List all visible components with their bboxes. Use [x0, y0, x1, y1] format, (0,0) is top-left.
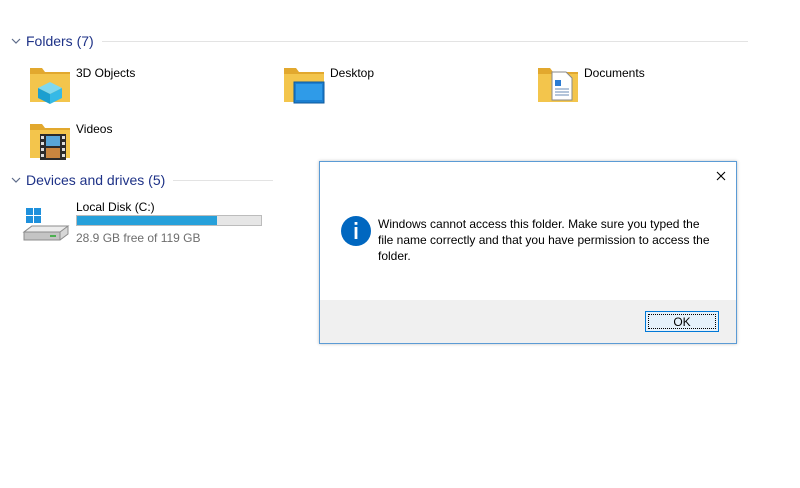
- folder-item-documents[interactable]: Documents: [536, 62, 645, 106]
- group-divider: [101, 40, 748, 42]
- info-icon: [340, 215, 372, 247]
- folder-item-3d-objects[interactable]: 3D Objects: [28, 62, 135, 106]
- videos-folder-icon: [28, 118, 72, 162]
- folder-label: 3D Objects: [76, 66, 136, 80]
- 3d-objects-folder-icon: [28, 62, 72, 106]
- dialog-message: Windows cannot access this folder. Make …: [378, 217, 710, 263]
- desktop-folder-icon: [282, 62, 326, 106]
- folder-item-desktop[interactable]: Desktop: [282, 62, 374, 106]
- close-button[interactable]: [710, 166, 732, 186]
- chevron-down-icon[interactable]: [8, 172, 24, 188]
- drive-item-local-disk[interactable]: Local Disk (C:) 28.9 GB free of 119 GB: [22, 198, 282, 246]
- chevron-down-icon[interactable]: [8, 33, 24, 49]
- dialog-footer: OK: [320, 300, 736, 343]
- documents-folder-icon: [536, 62, 580, 106]
- folder-label: Desktop: [330, 66, 375, 80]
- drive-usage-fill: [77, 216, 217, 225]
- drive-usage-bar: [76, 215, 262, 226]
- devices-group-label: Devices and drives (5): [26, 172, 166, 188]
- error-dialog: Windows cannot access this folder. Make …: [319, 161, 737, 344]
- close-icon: [716, 171, 726, 181]
- folder-label: Documents: [584, 66, 645, 80]
- group-divider: [173, 179, 274, 181]
- folders-group-header[interactable]: Folders (7): [8, 33, 748, 49]
- drive-name: Local Disk (C:): [76, 200, 155, 214]
- ok-button[interactable]: OK: [645, 311, 719, 332]
- folders-group-label: Folders (7): [26, 33, 94, 49]
- hard-drive-icon: [22, 206, 70, 246]
- drive-free-space: 28.9 GB free of 119 GB: [76, 231, 201, 245]
- folder-item-videos[interactable]: Videos: [28, 118, 112, 162]
- devices-group-header[interactable]: Devices and drives (5): [8, 172, 274, 188]
- folder-label: Videos: [76, 122, 113, 136]
